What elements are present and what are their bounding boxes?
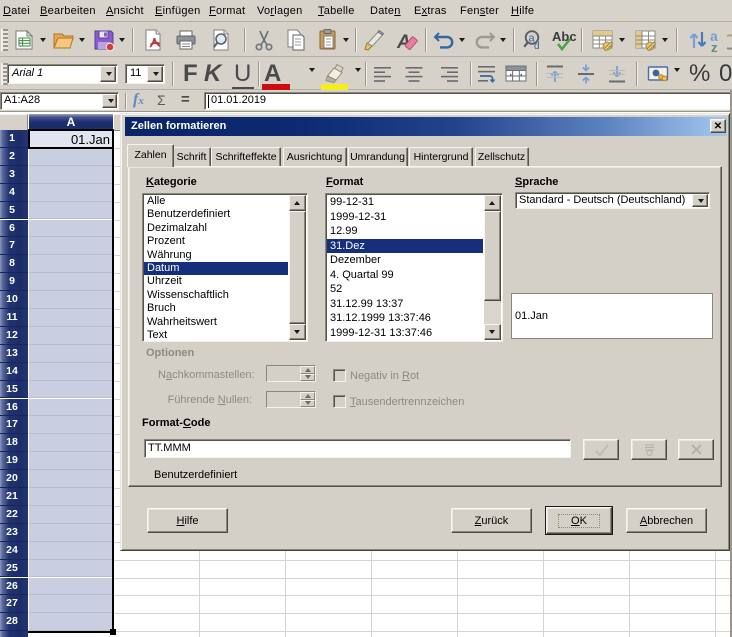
svg-text:d: d — [534, 41, 540, 52]
svg-text:z: z — [711, 40, 718, 55]
svg-text:Abc: Abc — [552, 29, 577, 44]
